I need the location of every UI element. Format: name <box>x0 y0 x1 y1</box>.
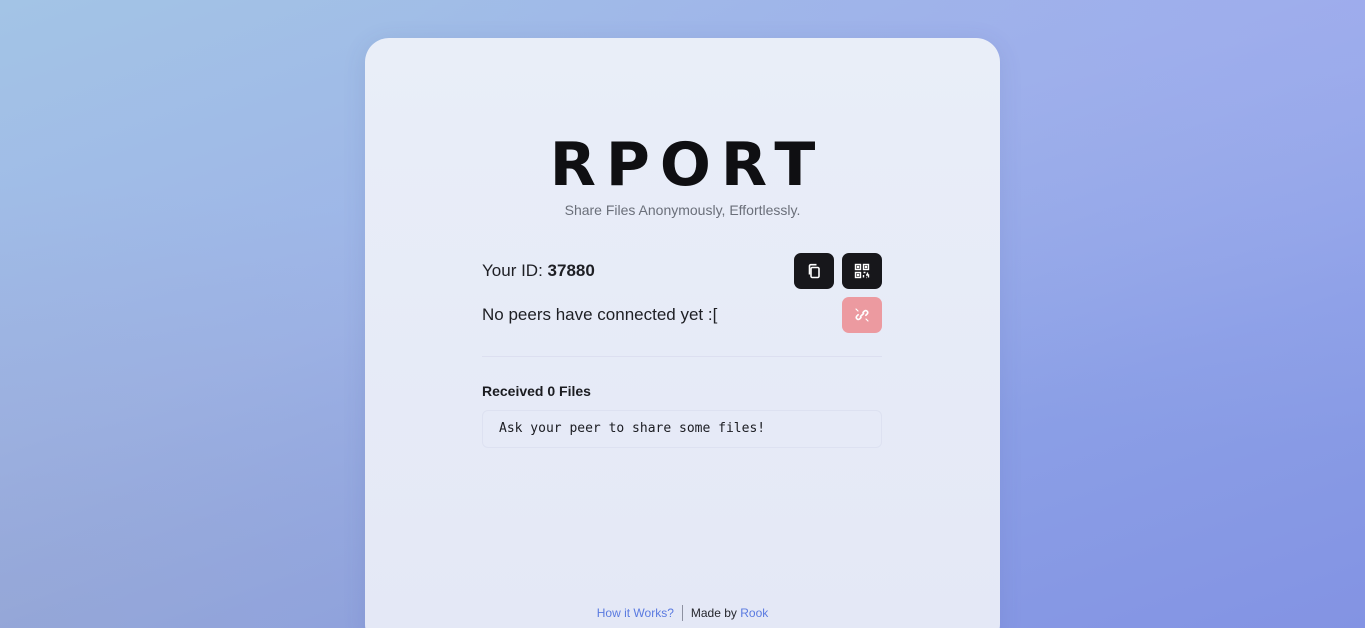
qr-code-icon <box>854 263 870 279</box>
peers-status-text: No peers have connected yet :[ <box>482 305 718 324</box>
app-title: RPORT <box>549 130 826 200</box>
author-link[interactable]: Rook <box>740 606 768 620</box>
main-card: RPORT Share Files Anonymously, Effortles… <box>365 38 1000 628</box>
copy-id-button[interactable] <box>794 253 834 289</box>
id-row: Your ID: 37880 <box>482 253 882 289</box>
footer-separator <box>681 605 683 621</box>
made-by-text: Made by <box>690 606 737 620</box>
copy-icon <box>808 263 820 279</box>
section-divider <box>482 356 882 357</box>
received-files-title: Received 0 Files <box>482 383 591 399</box>
unlink-icon <box>855 308 869 322</box>
id-label: Your ID: <box>482 261 543 280</box>
app-subtitle: Share Files Anonymously, Effortlessly. <box>564 202 801 218</box>
id-label-group: Your ID: 37880 <box>482 261 595 281</box>
disconnect-button[interactable] <box>842 297 882 333</box>
empty-files-message: Ask your peer to share some files! <box>499 421 766 436</box>
id-value: 37880 <box>547 261 595 280</box>
how-it-works-link[interactable]: How it Works? <box>597 606 674 620</box>
peers-row: No peers have connected yet :[ <box>482 297 882 333</box>
show-qr-button[interactable] <box>842 253 882 289</box>
received-files-list: Ask your peer to share some files! <box>482 410 882 448</box>
footer: How it Works? Made by Rook <box>365 605 1000 621</box>
